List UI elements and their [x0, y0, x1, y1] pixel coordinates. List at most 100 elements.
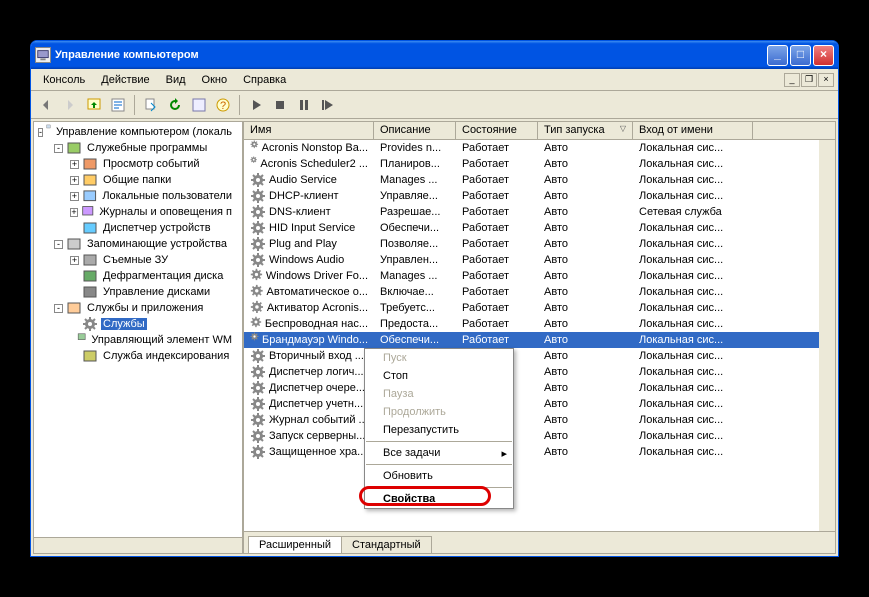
- menu-action[interactable]: Действие: [93, 72, 157, 88]
- tab-extended[interactable]: Расширенный: [248, 536, 342, 553]
- service-row[interactable]: Plug and PlayПозволяе...РаботаетАвтоЛока…: [244, 236, 835, 252]
- tree-item-wmi[interactable]: Управляющий элемент WM: [34, 332, 242, 348]
- service-row[interactable]: Брандмауэр Windo...Обеспечи...РаботаетАв…: [244, 332, 835, 348]
- play-button[interactable]: [245, 94, 267, 116]
- service-row[interactable]: Автоматическое о...Включае...РаботаетАвт…: [244, 284, 835, 300]
- service-row[interactable]: Audio ServiceManages ...РаботаетАвтоЛока…: [244, 172, 835, 188]
- expand-icon[interactable]: +: [70, 208, 78, 217]
- service-row[interactable]: Вторичный вход ...АвтоЛокальная сис...: [244, 348, 835, 364]
- close-button[interactable]: ×: [813, 45, 834, 66]
- list-body[interactable]: Acronis Nonstop Ba...Provides n...Работа…: [244, 140, 835, 531]
- menu-help[interactable]: Справка: [235, 72, 294, 88]
- gear-icon: [250, 428, 266, 444]
- tree-item-df[interactable]: Дефрагментация диска: [34, 268, 242, 284]
- up-button[interactable]: [83, 94, 105, 116]
- ctx-pause[interactable]: Пауза: [365, 385, 513, 403]
- expand-icon[interactable]: +: [70, 192, 79, 201]
- help-button[interactable]: ?: [212, 94, 234, 116]
- mdi-minimize[interactable]: _: [784, 73, 800, 87]
- gear-icon: [250, 396, 266, 412]
- col-logon[interactable]: Вход от имени: [633, 122, 753, 139]
- tree-item-idx[interactable]: Служба индексирования: [34, 348, 242, 364]
- tree-item-rs[interactable]: +Съемные ЗУ: [34, 252, 242, 268]
- col-state[interactable]: Состояние: [456, 122, 538, 139]
- service-row[interactable]: Диспетчер очере...АвтоЛокальная сис...: [244, 380, 835, 396]
- ctx-restart[interactable]: Перезапустить: [365, 421, 513, 439]
- minimize-button[interactable]: _: [767, 45, 788, 66]
- service-row[interactable]: Windows Driver Fo...Manages ...РаботаетА…: [244, 268, 835, 284]
- mdi-close[interactable]: ×: [818, 73, 834, 87]
- expand-icon[interactable]: -: [54, 240, 63, 249]
- ctx-properties[interactable]: Свойства: [365, 490, 513, 508]
- expand-icon[interactable]: +: [70, 160, 79, 169]
- service-row[interactable]: Диспетчер логич...АвтоЛокальная сис...: [244, 364, 835, 380]
- refresh-button[interactable]: [164, 94, 186, 116]
- menu-window[interactable]: Окно: [194, 72, 236, 88]
- titlebar[interactable]: Управление компьютером _ □ ×: [31, 41, 838, 69]
- tree-item-stor[interactable]: -Запоминающие устройства: [34, 236, 242, 252]
- tree-icon: [66, 236, 82, 252]
- service-row[interactable]: Acronis Scheduler2 ...Планиров...Работае…: [244, 156, 835, 172]
- ctx-stop[interactable]: Стоп: [365, 367, 513, 385]
- gear-icon: [250, 172, 266, 188]
- service-row[interactable]: Беспроводная нас...Предоста...РаботаетАв…: [244, 316, 835, 332]
- tree-item-us[interactable]: +Локальные пользователи: [34, 188, 242, 204]
- svg-text:?: ?: [220, 100, 226, 112]
- ctx-refresh[interactable]: Обновить: [365, 467, 513, 485]
- tree-item-svc[interactable]: Службы: [34, 316, 242, 332]
- service-row[interactable]: Windows AudioУправлен...РаботаетАвтоЛока…: [244, 252, 835, 268]
- ctx-alltasks[interactable]: Все задачи▸: [365, 444, 513, 462]
- expand-icon[interactable]: -: [54, 304, 63, 313]
- gear-icon: [250, 332, 259, 348]
- list-header: Имя Описание Состояние Тип запуска ▽ Вхо…: [244, 122, 835, 140]
- stop-button[interactable]: [269, 94, 291, 116]
- tree-item-lg[interactable]: +Журналы и оповещения п: [34, 204, 242, 220]
- service-row[interactable]: Защищенное хра...АвтоЛокальная сис...: [244, 444, 835, 460]
- menu-view[interactable]: Вид: [158, 72, 194, 88]
- menu-console[interactable]: Консоль: [35, 72, 93, 88]
- tree-item-ev[interactable]: +Просмотр событий: [34, 156, 242, 172]
- tab-standard[interactable]: Стандартный: [341, 536, 432, 553]
- tree-item-sys[interactable]: -Служебные программы: [34, 140, 242, 156]
- gear-icon: [250, 156, 257, 172]
- ctx-start[interactable]: Пуск: [365, 349, 513, 367]
- tree-item-root[interactable]: -Управление компьютером (локаль: [34, 124, 242, 140]
- service-row[interactable]: DNS-клиентРазрешае...РаботаетАвтоСетевая…: [244, 204, 835, 220]
- list-scrollbar-v[interactable]: [819, 140, 835, 531]
- gear-icon: [250, 316, 262, 332]
- mdi-restore[interactable]: ❐: [801, 73, 817, 87]
- expand-icon[interactable]: -: [38, 128, 43, 137]
- tree-item-sa[interactable]: -Службы и приложения: [34, 300, 242, 316]
- service-row[interactable]: Запуск серверны...АвтоЛокальная сис...: [244, 428, 835, 444]
- service-row[interactable]: DHCP-клиентУправляе...РаботаетАвтоЛокаль…: [244, 188, 835, 204]
- expand-icon[interactable]: +: [70, 176, 79, 185]
- tree-icon: [46, 124, 51, 140]
- ctx-resume[interactable]: Продолжить: [365, 403, 513, 421]
- back-button[interactable]: [35, 94, 57, 116]
- pause-button[interactable]: [293, 94, 315, 116]
- gear-icon: [250, 220, 266, 236]
- service-row[interactable]: Acronis Nonstop Ba...Provides n...Работа…: [244, 140, 835, 156]
- col-name[interactable]: Имя: [244, 122, 374, 139]
- tree-item-sh[interactable]: +Общие папки: [34, 172, 242, 188]
- maximize-button[interactable]: □: [790, 45, 811, 66]
- forward-button[interactable]: [59, 94, 81, 116]
- service-row[interactable]: HID Input ServiceОбеспечи...РаботаетАвто…: [244, 220, 835, 236]
- service-row[interactable]: Активатор Acronis...Требуетс...РаботаетА…: [244, 300, 835, 316]
- gear-icon: [250, 268, 263, 284]
- expand-icon[interactable]: -: [54, 144, 63, 153]
- toolbar: ?: [31, 91, 838, 119]
- tree-scrollbar[interactable]: [34, 537, 242, 553]
- col-desc[interactable]: Описание: [374, 122, 456, 139]
- export-button[interactable]: [140, 94, 162, 116]
- tool-button-1[interactable]: [188, 94, 210, 116]
- expand-icon[interactable]: +: [70, 256, 79, 265]
- restart-button[interactable]: [317, 94, 339, 116]
- properties-button[interactable]: [107, 94, 129, 116]
- col-startup[interactable]: Тип запуска ▽: [538, 122, 633, 139]
- service-row[interactable]: Диспетчер учетн...АвтоЛокальная сис...: [244, 396, 835, 412]
- tree-panel[interactable]: -Управление компьютером (локаль-Служебны…: [34, 122, 244, 553]
- tree-item-dm[interactable]: Диспетчер устройств: [34, 220, 242, 236]
- tree-item-dk[interactable]: Управление дисками: [34, 284, 242, 300]
- service-row[interactable]: Журнал событий ...АвтоЛокальная сис...: [244, 412, 835, 428]
